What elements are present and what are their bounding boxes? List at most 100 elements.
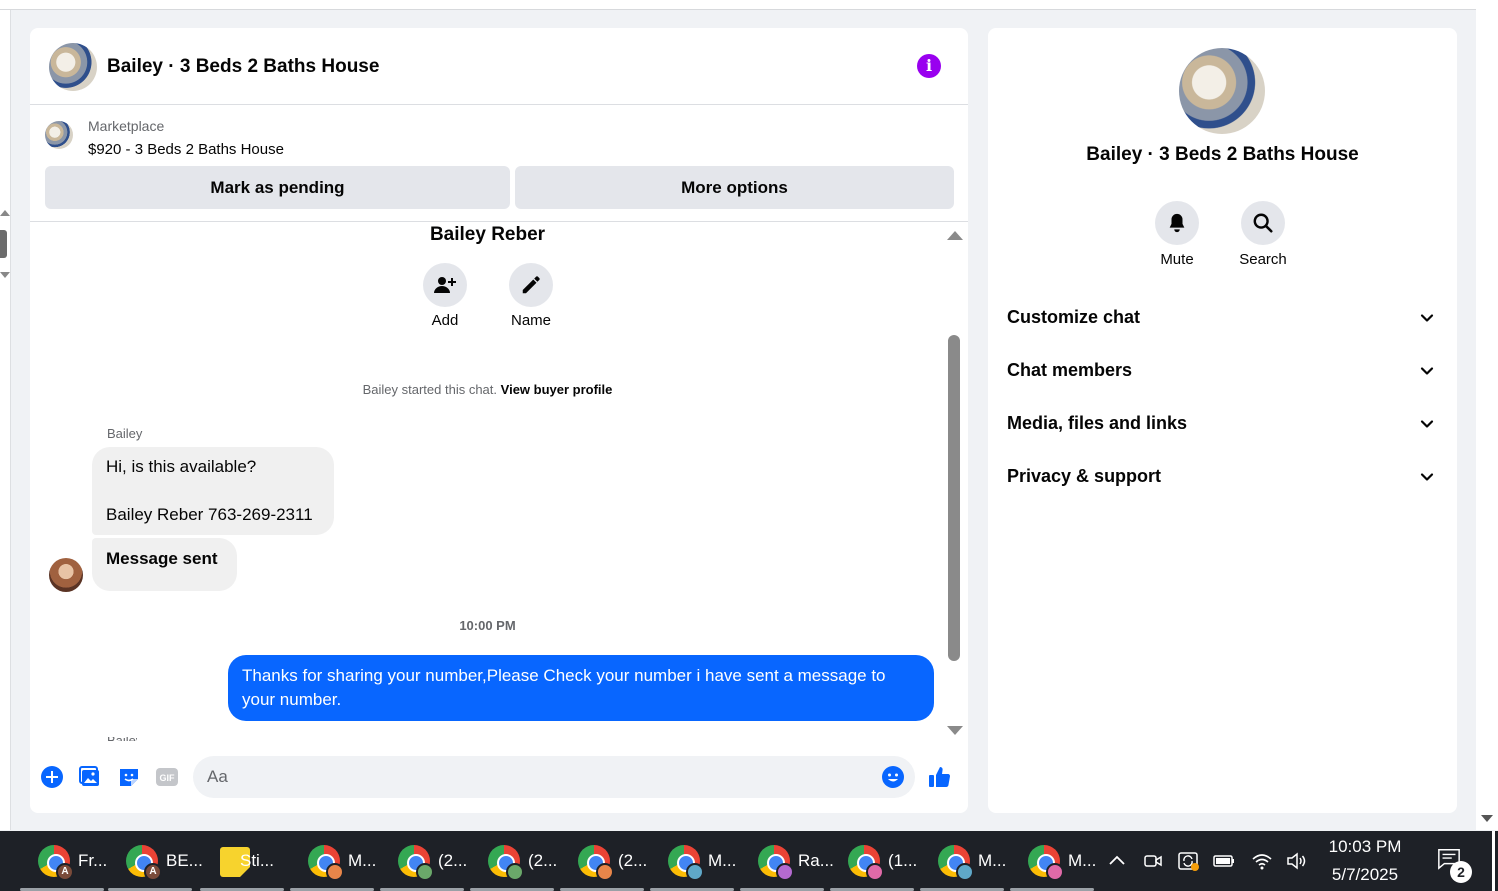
taskbar-item[interactable]: A BE...: [106, 831, 203, 891]
wifi-icon[interactable]: [1250, 849, 1274, 873]
message-timestamp: 10:00 PM: [459, 618, 516, 633]
sender-avatar[interactable]: [49, 558, 83, 592]
profile-badge: [326, 863, 344, 881]
message-sent-bubble[interactable]: Message sent: [92, 538, 237, 591]
chevron-down-icon: [1420, 473, 1434, 481]
mark-as-pending-button[interactable]: Mark as pending: [45, 166, 510, 209]
sticker-icon[interactable]: [117, 765, 141, 789]
clock-date[interactable]: 5/7/2025: [1312, 865, 1418, 885]
taskbar-item-label: M...: [978, 851, 1007, 870]
plus-icon[interactable]: [40, 765, 64, 789]
clock-time[interactable]: 10:03 PM: [1312, 837, 1418, 857]
profile-badge: [866, 863, 884, 881]
sync-icon[interactable]: [1176, 849, 1200, 873]
chat-header: Bailey · 3 Beds 2 Baths House i: [30, 28, 968, 105]
taskbar-item[interactable]: A Fr...: [18, 831, 107, 891]
mute-label: Mute: [1160, 251, 1194, 268]
chevron-down-icon: [1420, 420, 1434, 428]
name-button[interactable]: [509, 263, 553, 307]
chat-start-notice: Bailey started this chat. View buyer pro…: [30, 382, 945, 397]
taskbar-item[interactable]: M...: [288, 831, 376, 891]
taskbar-item-label: (2...: [618, 851, 648, 870]
taskbar-item[interactable]: (2...: [468, 831, 557, 891]
profile-badge: [776, 863, 794, 881]
mute-button[interactable]: [1155, 201, 1199, 245]
listing-avatar[interactable]: [49, 43, 97, 91]
add-person-icon: [434, 277, 456, 293]
info-icon[interactable]: i: [917, 54, 941, 78]
chevron-down-icon: [1420, 314, 1434, 322]
taskbar-item-label: (1...: [888, 851, 918, 870]
message-scroll-up-arrow[interactable]: [947, 231, 963, 240]
media-files-links-section[interactable]: Media, files and links: [988, 404, 1457, 444]
profile-badge: [1046, 863, 1064, 881]
name-label: Name: [510, 312, 551, 329]
outgoing-message[interactable]: Thanks for sharing your number,Please Ch…: [228, 655, 934, 721]
taskbar-item[interactable]: M...: [1008, 831, 1096, 891]
profile-badge: [416, 863, 434, 881]
section-label: Customize chat: [1007, 307, 1141, 327]
taskbar-item[interactable]: (2...: [378, 831, 467, 891]
emoji-icon[interactable]: [881, 765, 905, 789]
chevron-down-icon: [1420, 367, 1434, 375]
search-button[interactable]: [1241, 201, 1285, 245]
browser-top-strip: [0, 0, 1476, 10]
taskbar-item-label: Sti...: [240, 851, 275, 870]
incoming-line-1: Hi, is this available?: [106, 457, 257, 476]
chat-title[interactable]: Bailey · 3 Beds 2 Baths House: [107, 56, 379, 78]
left-scroll-handle[interactable]: [0, 230, 7, 258]
chat-members-section[interactable]: Chat members: [988, 351, 1457, 391]
camera-icon[interactable]: [1141, 849, 1165, 873]
composer: GIF Aa: [30, 741, 968, 813]
profile-badge: [506, 863, 524, 881]
taskbar-item[interactable]: M...: [648, 831, 736, 891]
taskbar-item[interactable]: M...: [918, 831, 1006, 891]
contact-name: Bailey Reber: [429, 224, 546, 245]
search-icon: [1253, 213, 1273, 233]
left-scroll-up-arrow[interactable]: [0, 210, 10, 216]
pencil-icon: [522, 276, 540, 294]
listing-price-title[interactable]: $920 - 3 Beds 2 Baths House: [88, 141, 284, 158]
more-options-button[interactable]: More options: [515, 166, 954, 209]
message-scroll-down-arrow[interactable]: [947, 726, 963, 735]
info-panel: Bailey · 3 Beds 2 Baths House Mute Searc…: [988, 28, 1457, 813]
chevron-up-icon[interactable]: [1105, 849, 1129, 873]
chat-panel: Bailey · 3 Beds 2 Baths House i Marketpl…: [30, 28, 968, 813]
listing-avatar-large[interactable]: [1179, 48, 1265, 134]
battery-icon[interactable]: [1212, 849, 1236, 873]
listing-source: Marketplace: [88, 118, 165, 134]
taskbar-item[interactable]: (2...: [558, 831, 648, 891]
section-label: Privacy & support: [1007, 466, 1162, 486]
view-buyer-profile-link[interactable]: View buyer profile: [501, 382, 613, 397]
section-label: Media, files and links: [1007, 413, 1188, 433]
right-edge-panel: [1476, 0, 1498, 830]
notification-count-badge: 2: [1450, 861, 1472, 883]
taskbar-item-label: M...: [1068, 851, 1097, 870]
section-label: Chat members: [1007, 360, 1133, 380]
add-button[interactable]: [423, 263, 467, 307]
info-title: Bailey · 3 Beds 2 Baths House: [1086, 144, 1359, 165]
message-list[interactable]: Bailey Reber Add Name Bailey started thi…: [30, 221, 968, 741]
bell-icon: [1169, 213, 1185, 233]
volume-icon[interactable]: [1284, 849, 1308, 873]
message-input-placeholder: Aa: [207, 767, 228, 786]
profile-badge: [596, 863, 614, 881]
taskbar-item[interactable]: Ra...: [738, 831, 834, 891]
taskbar-item[interactable]: (1...: [828, 831, 918, 891]
incoming-message[interactable]: Hi, is this available? Bailey Reber 763-…: [92, 447, 334, 535]
svg-text:GIF: GIF: [160, 773, 176, 783]
customize-chat-section[interactable]: Customize chat: [988, 298, 1457, 338]
message-scroll-thumb[interactable]: [948, 335, 960, 661]
taskbar-item[interactable]: Sti...: [198, 831, 286, 891]
message-input[interactable]: Aa: [193, 756, 915, 798]
listing-bar: Marketplace $920 - 3 Beds 2 Baths House …: [30, 106, 968, 221]
sender-name: Bailey: [107, 426, 143, 441]
gif-icon[interactable]: GIF: [155, 765, 179, 789]
page-scroll-down-arrow[interactable]: [1481, 815, 1493, 822]
like-icon[interactable]: [928, 765, 952, 789]
left-scroll-down-arrow[interactable]: [0, 272, 10, 278]
listing-thumbnail[interactable]: [45, 121, 73, 149]
photo-icon[interactable]: [78, 765, 102, 789]
privacy-support-section[interactable]: Privacy & support: [988, 457, 1457, 497]
taskbar: A Fr... A BE... Sti... M... (2... (2... …: [0, 831, 1498, 891]
